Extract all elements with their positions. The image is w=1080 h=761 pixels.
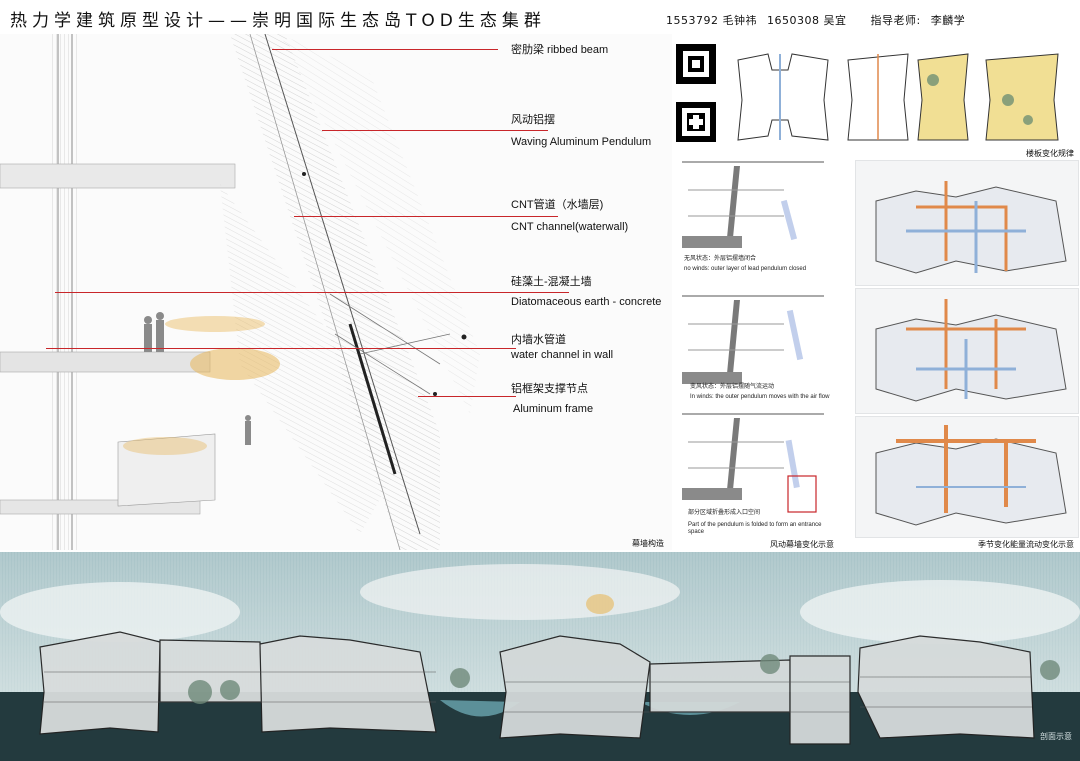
- pendulum-leader: [322, 130, 548, 131]
- wind-state-drawings: [682, 161, 824, 513]
- season-diagram-1: [855, 160, 1079, 286]
- water-channel-leader: [46, 348, 516, 349]
- caption-seasonal: 季节变化能量流动变化示意: [978, 540, 1074, 549]
- cnt-leader: [294, 216, 558, 217]
- building-section: 剖面示意: [0, 552, 1080, 761]
- season-diagram-3: [855, 416, 1079, 538]
- floor-plan-diagrams: [737, 53, 1059, 141]
- wind-state-1-cn: 无风状态：外层铝摆墙闭合: [684, 256, 757, 262]
- ribbed-beam-leader: [272, 49, 498, 50]
- advisor-label: 指导老师:: [870, 14, 921, 27]
- student-1: 1553792 毛钟祎: [666, 14, 757, 27]
- wind-state-2-en: In winds: the outer pendulum moves with …: [690, 394, 830, 400]
- page-header: 热力学建筑原型设计——崇明国际生态岛TOD生态集群 1553792 毛钟祎 16…: [0, 0, 1080, 34]
- caption-floor-change: 楼板变化规律: [1026, 149, 1074, 158]
- season-diagram-2: [855, 288, 1079, 414]
- caption-curtain-wall: 幕墙构造: [632, 539, 664, 548]
- label-cnt-en: CNT channel(waterwall): [511, 221, 629, 233]
- label-pendulum-cn: 风动铝摆: [511, 114, 555, 126]
- label-water-cn: 内墙水管道: [511, 334, 566, 346]
- label-cnt-cn: CNT管道（水墙层): [511, 199, 604, 211]
- advisor-name: 李麟学: [930, 14, 966, 27]
- section-drawing: [0, 552, 1080, 761]
- floor-symbol-icons: [676, 44, 716, 142]
- wind-state-1-en: no winds: outer layer of lead pendulum c…: [684, 266, 807, 272]
- caption-section: 剖面示意: [1040, 732, 1072, 741]
- caption-wind-wall: 风动幕墙变化示意: [770, 540, 834, 549]
- label-frame-en: Aluminum frame: [513, 403, 594, 415]
- square-frame-icon: [676, 44, 716, 84]
- wind-state-3-en: Part of the pendulum is folded to form a…: [688, 522, 822, 535]
- student-2: 1650308 吴宜: [767, 14, 847, 27]
- curtain-wall-perspective: 密肋梁 ribbed beam 风动铝摆 Waving Aluminum Pen…: [0, 34, 672, 550]
- label-ribbed-beam: 密肋梁 ribbed beam: [511, 44, 609, 56]
- label-diatom-cn: 硅藻土-混凝土墙: [511, 276, 592, 288]
- aluminum-frame-leader: [418, 396, 516, 397]
- label-water-en: water channel in wall: [511, 349, 614, 361]
- label-diatom-en: Diatomaceous earth - concrete: [511, 296, 662, 308]
- diatom-leader: [55, 292, 569, 293]
- page-title: 热力学建筑原型设计——崇明国际生态岛TOD生态集群: [10, 11, 546, 31]
- cross-frame-icon: [676, 102, 716, 142]
- label-pendulum-en: Waving Aluminum Pendulum: [511, 136, 652, 148]
- wind-state-diagrams: 无风状态：外层铝摆墙闭合 no winds: outer layer of le…: [674, 160, 844, 548]
- author-info: 1553792 毛钟祎 1650308 吴宜 指导老师: 李麟学: [666, 12, 971, 28]
- wind-state-3-cn: 部分区域折叠形成入口空间: [688, 510, 761, 516]
- label-frame-cn: 铝框架支撑节点: [511, 383, 588, 395]
- wind-state-2-cn: 变风状态：外层铝摆随气流运动: [690, 384, 775, 390]
